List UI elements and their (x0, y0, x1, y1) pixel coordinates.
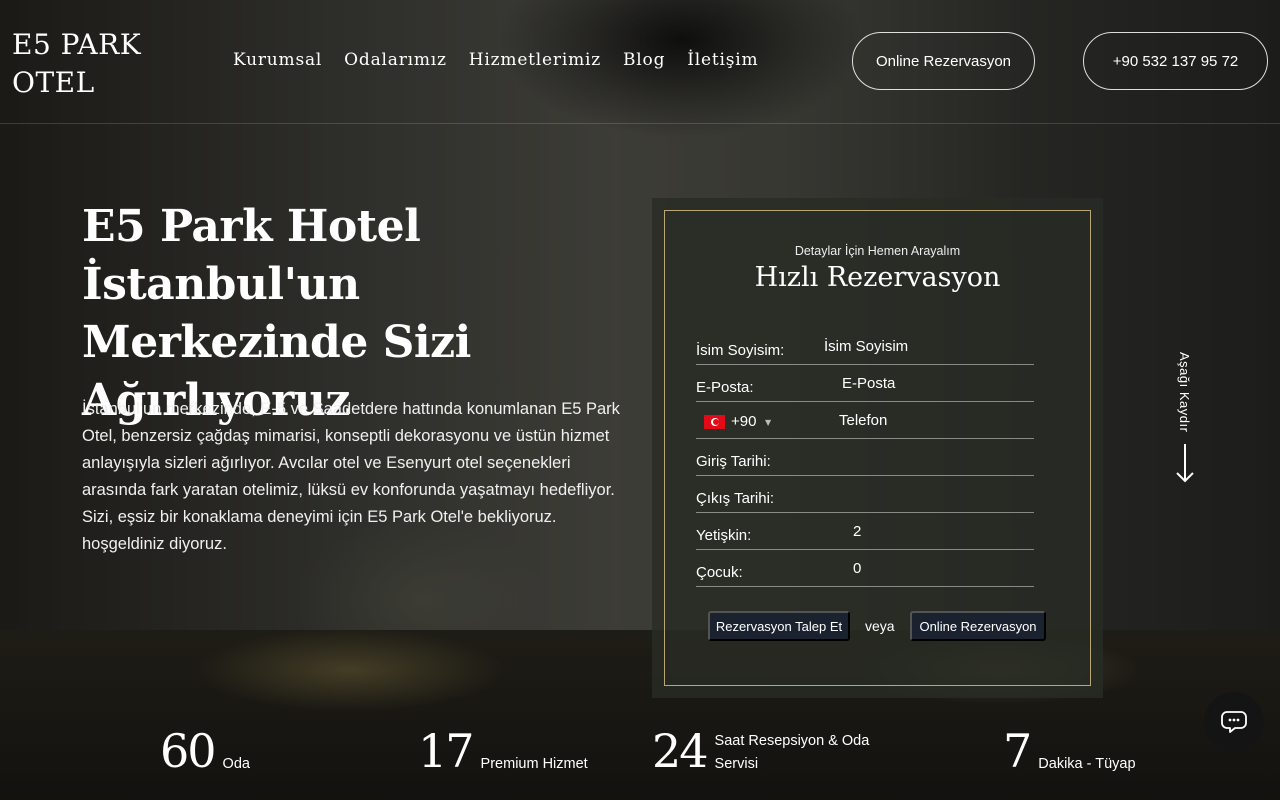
nav-item-iletisim[interactable]: İletişim (687, 50, 758, 70)
stat-number: 7 (1003, 724, 1032, 778)
online-reservation-card-button[interactable]: Online Rezervasyon (910, 611, 1046, 641)
site-header: E5 PARK OTEL Kurumsal Odalarımız Hizmetl… (0, 0, 1280, 124)
stat-tuyap-minutes: 7 Dakika - Tüyap (1003, 728, 1136, 774)
adults-field-value: 2 (853, 523, 862, 540)
nav-item-hizmetlerimiz[interactable]: Hizmetlerimiz (469, 50, 601, 70)
children-field[interactable]: Çocuk: 0 (696, 550, 1034, 587)
name-field[interactable]: İsim Soyisim: İsim Soyisim (696, 328, 1034, 365)
checkin-field[interactable]: Giriş Tarihi: (696, 439, 1034, 476)
children-field-label: Çocuk: (696, 564, 743, 581)
arrow-down-icon (1176, 444, 1194, 483)
chat-button[interactable] (1204, 692, 1264, 752)
quick-reservation-card: Detaylar İçin Hemen Arayalım Hızlı Rezer… (652, 198, 1103, 698)
phone-field-placeholder: Telefon (839, 412, 888, 429)
email-field-placeholder: E-Posta (842, 375, 896, 392)
dial-code[interactable]: +90 (731, 413, 756, 430)
checkout-field-label: Çıkış Tarihi: (696, 490, 775, 507)
stat-label: Saat Resepsiyon & Oda Servisi (714, 733, 870, 772)
card-title: Hızlı Rezervasyon (754, 262, 1001, 293)
stat-rooms: 60 Oda (160, 728, 250, 774)
scroll-hint-label: Aşağı Kaydır (1177, 352, 1192, 433)
logo-line-1: E5 PARK (12, 28, 142, 61)
adults-field-label: Yetişkin: (696, 527, 752, 544)
children-field-value: 0 (853, 560, 862, 577)
stat-label: Premium Hizmet (480, 756, 588, 772)
chat-bubbles-icon (1221, 711, 1247, 733)
nav-item-odalarimiz[interactable]: Odalarımız (344, 50, 447, 70)
stat-label: Oda (222, 756, 250, 772)
stat-reception-hours: 24 Saat Resepsiyon & Oda Servisi (652, 728, 885, 774)
logo-line-2: OTEL (12, 66, 95, 99)
card-subtitle: Detaylar İçin Hemen Arayalım (794, 244, 961, 258)
online-reservation-header-button[interactable]: Online Rezervasyon (852, 32, 1035, 90)
chevron-down-icon[interactable]: ▼ (765, 418, 771, 427)
checkout-field[interactable]: Çıkış Tarihi: (696, 476, 1034, 513)
name-field-label: İsim Soyisim: (696, 342, 785, 359)
main-nav: Kurumsal Odalarımız Hizmetlerimiz Blog İ… (233, 50, 758, 70)
stat-number: 24 (652, 724, 709, 778)
stat-number: 17 (418, 724, 475, 778)
email-field-label: E-Posta: (696, 379, 754, 396)
or-text: veya (865, 618, 895, 634)
stat-number: 60 (160, 724, 217, 778)
nav-item-kurumsal[interactable]: Kurumsal (233, 50, 322, 70)
email-field[interactable]: E-Posta: E-Posta (696, 365, 1034, 402)
scroll-down-hint[interactable]: Aşağı Kaydır (1175, 352, 1195, 487)
stat-label: Dakika - Tüyap (1038, 756, 1136, 772)
checkin-field-label: Giriş Tarihi: (696, 453, 771, 470)
reservation-request-button[interactable]: Rezervasyon Talep Et (708, 611, 850, 641)
adults-field[interactable]: Yetişkin: 2 (696, 513, 1034, 550)
site-logo[interactable]: E5 PARK OTEL (12, 26, 141, 102)
name-field-placeholder: İsim Soyisim (824, 338, 909, 355)
hero-description: İstanbul'un merkezinde, E-5 ve Saadetder… (82, 400, 620, 553)
phone-button[interactable]: +90 532 137 95 72 (1083, 32, 1268, 90)
phone-field[interactable]: +90 ▼ Telefon (696, 402, 1034, 439)
stat-premium-services: 17 Premium Hizmet (418, 728, 588, 774)
turkey-flag-icon[interactable] (704, 415, 725, 429)
nav-item-blog[interactable]: Blog (623, 50, 665, 70)
